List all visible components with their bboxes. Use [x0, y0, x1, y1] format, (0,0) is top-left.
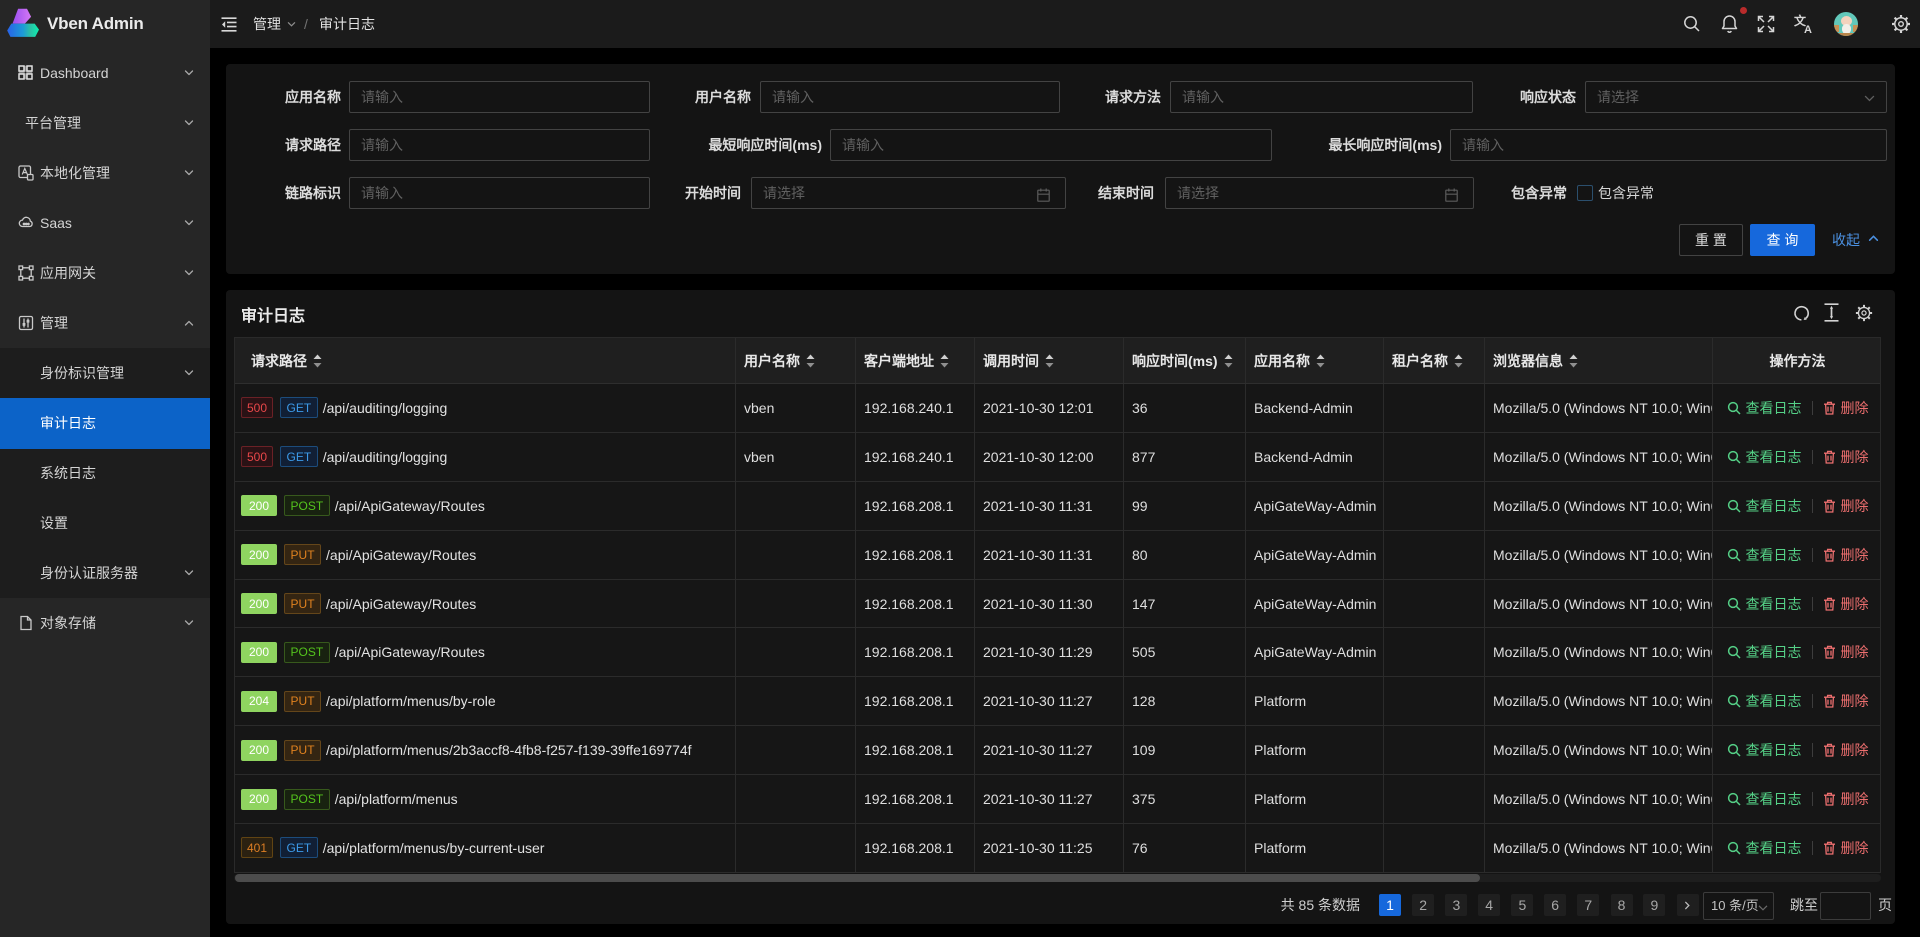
svg-text:A: A: [1804, 24, 1812, 34]
